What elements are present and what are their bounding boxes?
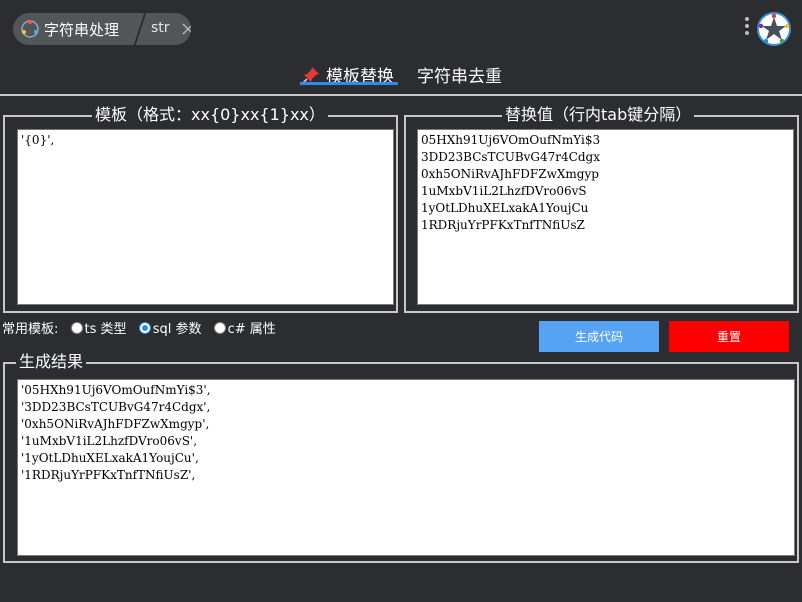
replace-values-textarea[interactable]: 05HXh91Uj6VOmOufNmYi$3 3DD23BCsTCUBvG47r… [417, 129, 794, 305]
header-separator [0, 94, 802, 96]
reset-button[interactable]: 重置 [669, 321, 789, 352]
close-icon[interactable] [181, 22, 191, 36]
title-bar: 字符串处理 str [0, 0, 802, 58]
mode-tabs: 模板替换 字符串去重 [0, 58, 802, 94]
radio-ts-type[interactable] [70, 321, 83, 334]
radio-csharp-props-label[interactable]: c# 属性 [228, 318, 276, 337]
radio-sql-params-label[interactable]: sql 参数 [153, 318, 202, 337]
template-panel: 模板（格式：xx{0}xx{1}xx） '{0}', [3, 105, 398, 313]
generate-button[interactable]: 生成代码 [539, 321, 659, 352]
template-textarea[interactable]: '{0}', [17, 129, 394, 305]
logo-icon[interactable] [756, 11, 792, 47]
active-tab-indicator [300, 82, 398, 85]
result-legend: 生成结果 [16, 352, 87, 372]
replace-legend: 替换值（行内tab键分隔） [502, 105, 695, 125]
result-panel: 生成结果 '05HXh91Uj6VOmOufNmYi$3', '3DD23BCs… [3, 352, 799, 563]
tab-divider [133, 13, 147, 45]
tab-dedupe-label: 字符串去重 [417, 67, 502, 87]
result-textarea[interactable]: '05HXh91Uj6VOmOufNmYi$3', '3DD23BCsTCUBv… [17, 379, 795, 556]
radio-ts-type-label[interactable]: ts 类型 [85, 318, 127, 337]
radio-sql-params[interactable] [138, 321, 151, 334]
common-templates-label: 常用模板: [2, 322, 59, 337]
replace-panel: 替换值（行内tab键分隔） 05HXh91Uj6VOmOufNmYi$3 3DD… [404, 105, 799, 313]
tab-str-label[interactable]: str [151, 20, 170, 36]
radio-csharp-props[interactable] [213, 321, 226, 334]
template-legend: 模板（格式：xx{0}xx{1}xx） [92, 105, 328, 125]
common-templates: 常用模板: ts 类型 sql 参数 c# 属性 [2, 318, 276, 337]
app-tab[interactable]: 字符串处理 str [13, 13, 191, 45]
app-title: 字符串处理 [44, 21, 120, 39]
app-icon [21, 20, 39, 38]
tab-dedupe[interactable]: 字符串去重 [417, 62, 502, 87]
more-vertical-icon[interactable] [743, 17, 751, 39]
